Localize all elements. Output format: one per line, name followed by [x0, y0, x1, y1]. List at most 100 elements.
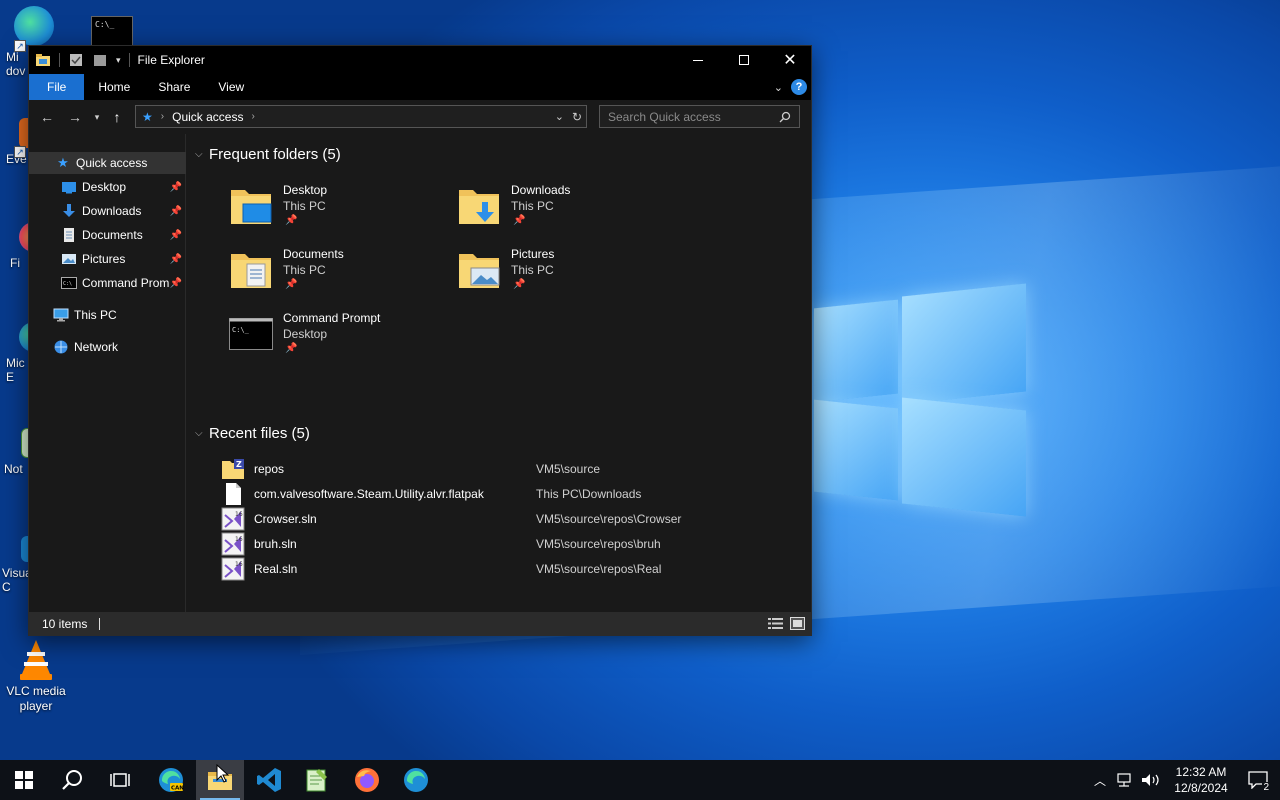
pictures-icon: [62, 254, 76, 264]
nav-item-network[interactable]: Network: [29, 336, 186, 358]
content-pane: ⌵ Frequent folders (5) Desktop This PC 📌…: [187, 134, 811, 612]
clock-date: 12/8/2024: [1174, 781, 1228, 795]
quick-access-toolbar: ▾: [29, 46, 130, 74]
file-path: This PC\Downloads: [536, 486, 642, 501]
breadcrumb-separator-icon: ›: [160, 111, 165, 122]
pictures-folder-icon: [459, 254, 500, 288]
desktop-icon-vlc[interactable]: VLC media player: [0, 638, 74, 714]
tile-name: Desktop: [283, 183, 328, 197]
cmd-icon: C:\: [61, 277, 77, 289]
address-bar[interactable]: ★ › Quick access › ⌄ ↻: [135, 105, 587, 128]
cmd-thumb-text: C:\_: [95, 20, 115, 29]
cmd-desktop-thumbnail[interactable]: C:\_: [91, 16, 133, 46]
recent-file-row[interactable]: 16 Real.sln VM5\source\repos\Real: [221, 556, 781, 581]
up-arrow-icon: ↑: [113, 109, 121, 125]
recent-files-header[interactable]: ⌵ Recent files (5): [195, 423, 310, 443]
recent-locations-button[interactable]: ▾: [89, 105, 105, 129]
clock[interactable]: 12:32 AM 12/8/2024: [1166, 764, 1236, 796]
quick-access-star-icon: ★: [142, 109, 153, 124]
svg-text:16: 16: [235, 511, 243, 518]
nav-item-quick-access[interactable]: ★ Quick access: [29, 152, 186, 174]
edge-canary-icon: CAN: [159, 768, 184, 792]
recent-file-row[interactable]: 16 Crowser.sln VM5\source\repos\Crowser: [221, 506, 781, 531]
firefox-icon: [355, 768, 379, 792]
nav-item-label: Pictures: [82, 252, 126, 266]
windows-start-icon: [15, 771, 33, 789]
taskbar-vscode[interactable]: [245, 760, 293, 800]
customize-toolbar-chevron-icon[interactable]: ▾: [116, 55, 121, 66]
pin-icon[interactable]: 📌: [170, 182, 182, 193]
item-count: 10 items: [42, 617, 88, 631]
vs-solution-icon: 16: [221, 507, 245, 530]
frequent-folder-documents[interactable]: Documents This PC 📌: [225, 240, 445, 300]
recent-file-row[interactable]: Z repos VM5\source: [221, 456, 781, 481]
large-icons-view-icon[interactable]: [790, 617, 805, 630]
tab-share[interactable]: Share: [144, 74, 204, 100]
folder-window-icon[interactable]: [35, 52, 51, 68]
address-dropdown-icon[interactable]: ⌄: [555, 110, 564, 123]
close-button[interactable]: ✕: [767, 46, 813, 74]
minimize-button[interactable]: [675, 46, 721, 74]
frequent-folder-command-prompt[interactable]: C:\_ Command Prompt Desktop 📌: [225, 304, 445, 364]
pin-icon[interactable]: 📌: [170, 206, 182, 217]
pin-icon: 📌: [285, 279, 298, 290]
tab-file[interactable]: File: [29, 74, 85, 100]
documents-folder-icon: [231, 254, 271, 288]
this-pc-icon: [53, 308, 69, 322]
show-hidden-icons-chevron-icon[interactable]: ︿: [1088, 772, 1112, 789]
recent-file-row[interactable]: 16 bruh.sln VM5\source\repos\bruh: [221, 531, 781, 556]
search-input[interactable]: Search Quick access: [608, 110, 721, 124]
nav-item-command-prompt[interactable]: C:\ Command Prom 📌: [29, 272, 186, 294]
network-icon[interactable]: [1114, 772, 1134, 788]
volume-icon[interactable]: [1140, 772, 1162, 788]
new-folder-icon[interactable]: [92, 52, 108, 68]
tab-home[interactable]: Home: [84, 74, 144, 100]
nav-item-downloads[interactable]: Downloads 📌: [29, 200, 186, 222]
nav-item-this-pc[interactable]: This PC: [29, 304, 186, 326]
search-button[interactable]: [48, 760, 96, 800]
taskbar-firefox[interactable]: [343, 760, 391, 800]
taskbar-notepad-plus-plus[interactable]: [293, 760, 341, 800]
nav-item-desktop[interactable]: Desktop 📌: [29, 176, 186, 198]
taskbar-edge-canary[interactable]: CAN: [147, 760, 195, 800]
frequent-folder-pictures[interactable]: Pictures This PC 📌: [453, 240, 673, 300]
breadcrumb-quick-access[interactable]: Quick access: [172, 110, 243, 124]
taskbar-edge[interactable]: [392, 760, 440, 800]
frequent-folder-desktop[interactable]: Desktop This PC 📌: [225, 176, 445, 236]
tile-name: Pictures: [511, 247, 555, 261]
frequent-folder-downloads[interactable]: Downloads This PC 📌: [453, 176, 673, 236]
nav-item-label: Quick access: [76, 156, 148, 170]
tab-view[interactable]: View: [204, 74, 258, 100]
back-button[interactable]: ←: [33, 105, 61, 129]
frequent-folders-header[interactable]: ⌵ Frequent folders (5): [195, 144, 341, 164]
properties-icon[interactable]: [68, 52, 84, 68]
notepadpp-icon: [306, 769, 327, 792]
star-icon: ★: [57, 155, 69, 170]
up-button[interactable]: ↑: [105, 105, 129, 129]
group-header-label: Frequent folders (5): [209, 145, 341, 163]
pin-icon[interactable]: 📌: [170, 278, 182, 289]
forward-button[interactable]: →: [61, 105, 89, 129]
help-icon[interactable]: ?: [791, 79, 807, 95]
title-bar[interactable]: ▾ File Explorer ✕: [29, 46, 811, 74]
refresh-icon[interactable]: ↻: [572, 110, 582, 124]
navigation-pane: ★ Quick access Desktop 📌 Downloads 📌 Doc…: [29, 134, 186, 612]
nav-item-documents[interactable]: Documents 📌: [29, 224, 186, 246]
task-view-button[interactable]: [96, 760, 144, 800]
pin-icon[interactable]: 📌: [170, 254, 182, 265]
search-box[interactable]: Search Quick access: [599, 105, 800, 128]
file-name: repos: [254, 461, 285, 476]
details-view-icon[interactable]: [768, 617, 783, 630]
recent-file-row[interactable]: com.valvesoftware.Steam.Utility.alvr.fla…: [221, 481, 781, 506]
pin-icon[interactable]: 📌: [170, 230, 182, 241]
status-divider: [99, 618, 101, 630]
expand-ribbon-chevron-icon[interactable]: ⌄: [774, 81, 783, 94]
maximize-button[interactable]: [721, 46, 767, 74]
start-button[interactable]: [0, 760, 48, 800]
pin-icon: 📌: [285, 215, 298, 226]
nav-item-pictures[interactable]: Pictures 📌: [29, 248, 186, 270]
action-center-button[interactable]: 2: [1236, 760, 1280, 800]
tile-name: Documents: [283, 247, 344, 261]
file-name: bruh.sln: [254, 536, 297, 551]
nav-item-label: Network: [74, 340, 119, 354]
